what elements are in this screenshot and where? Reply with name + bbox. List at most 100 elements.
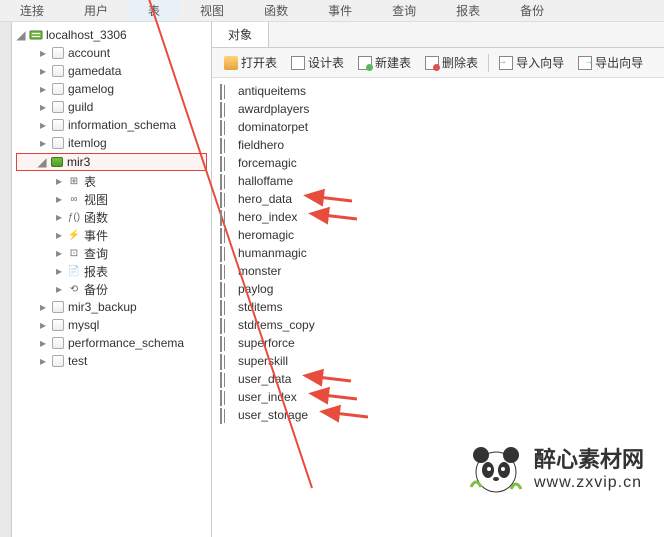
database-icon	[51, 354, 65, 368]
expand-icon[interactable]: ▸	[54, 210, 64, 224]
tree-db[interactable]: ▸mir3_backup	[12, 298, 211, 316]
watermark-url: www.zxvip.cn	[534, 474, 644, 492]
tree-db[interactable]: ▸guild	[12, 98, 211, 116]
tree-db[interactable]: ▸ itemlog	[12, 134, 211, 152]
table-row[interactable]: fieldhero	[220, 136, 656, 154]
expand-icon[interactable]: ▸	[54, 246, 64, 260]
table-row[interactable]: user_storage	[220, 406, 656, 424]
expand-icon[interactable]: ▸	[38, 118, 48, 132]
tree-db[interactable]: ▸ mysql	[12, 316, 211, 334]
table-name: hero_index	[238, 210, 297, 224]
table-row[interactable]: awardplayers	[220, 100, 656, 118]
table-name: paylog	[238, 282, 273, 296]
open-table-button[interactable]: 打开表	[218, 52, 283, 73]
expand-icon[interactable]: ▸	[38, 46, 48, 60]
expand-icon[interactable]: ▸	[54, 174, 64, 188]
tree-db[interactable]: ▸account	[12, 44, 211, 62]
table-row[interactable]: forcemagic	[220, 154, 656, 172]
table-row[interactable]: stditems	[220, 298, 656, 316]
tab-bar: 对象	[212, 22, 664, 48]
expand-icon[interactable]: ▸	[38, 300, 48, 314]
table-row[interactable]: superforce	[220, 334, 656, 352]
tree-category[interactable]: ▸ƒ()函数	[12, 208, 211, 226]
table-name: awardplayers	[238, 102, 309, 116]
expand-icon[interactable]: ◢	[37, 155, 47, 169]
expand-icon[interactable]: ▸	[38, 100, 48, 114]
expand-icon[interactable]: ▸	[38, 336, 48, 350]
tree-db-mir3[interactable]: ◢ mir3	[16, 153, 207, 171]
table-icon	[220, 211, 234, 223]
table-name: hero_data	[238, 192, 292, 206]
tree-db[interactable]: ▸information_schema	[12, 116, 211, 134]
expand-icon[interactable]: ▸	[54, 192, 64, 206]
db-label: itemlog	[68, 136, 107, 150]
category-label: 备份	[84, 281, 108, 298]
export-button[interactable]: 导出向导	[572, 52, 649, 73]
table-row[interactable]: antiqueitems	[220, 82, 656, 100]
menu-report[interactable]: 报表	[436, 0, 500, 21]
collapse-icon[interactable]: ◢	[16, 28, 26, 42]
table-row[interactable]: hero_index	[220, 208, 656, 226]
table-list[interactable]: antiqueitems awardplayers dominatorpetfiel…	[212, 78, 664, 428]
expand-icon[interactable]: ▸	[38, 318, 48, 332]
expand-icon[interactable]: ▸	[54, 228, 64, 242]
expand-icon[interactable]: ▸	[38, 136, 48, 150]
new-icon	[358, 56, 372, 70]
expand-icon[interactable]: ▸	[38, 82, 48, 96]
new-table-button[interactable]: 新建表	[352, 52, 417, 73]
export-icon	[578, 56, 592, 70]
menu-event[interactable]: 事件	[308, 0, 372, 21]
delete-table-button[interactable]: 删除表	[419, 52, 484, 73]
table-row[interactable]: heromagic	[220, 226, 656, 244]
tree-category[interactable]: ▸∞视图	[12, 190, 211, 208]
table-name: stditems	[238, 300, 283, 314]
table-name: user_index	[238, 390, 297, 404]
table-row[interactable]: dominatorpet	[220, 118, 656, 136]
category-label: 查询	[84, 245, 108, 262]
table-name: antiqueitems	[238, 84, 306, 98]
tree-db[interactable]: ▸gamelog	[12, 80, 211, 98]
tree-connection[interactable]: ◢ localhost_3306	[12, 26, 211, 44]
db-label: gamedata	[68, 64, 121, 78]
menu-func[interactable]: 函数	[244, 0, 308, 21]
table-row[interactable]: monster	[220, 262, 656, 280]
menu-table[interactable]: 表	[128, 0, 180, 21]
table-row[interactable]: user_data	[220, 370, 656, 388]
tree-category[interactable]: ▸⟲备份	[12, 280, 211, 298]
db-tree[interactable]: ◢ localhost_3306 ▸account▸gamedata▸gamel…	[12, 22, 212, 537]
menu-backup[interactable]: 备份	[500, 0, 564, 21]
db-label: performance_schema	[68, 336, 184, 350]
tree-category[interactable]: ▸📄报表	[12, 262, 211, 280]
table-row[interactable]: humanmagic	[220, 244, 656, 262]
database-icon	[51, 318, 65, 332]
table-row[interactable]: superskill	[220, 352, 656, 370]
tree-db[interactable]: ▸ gamedata	[12, 62, 211, 80]
import-button[interactable]: 导入向导	[493, 52, 570, 73]
tree-category[interactable]: ▸⊡查询	[12, 244, 211, 262]
tree-category[interactable]: ▸⊞表	[12, 172, 211, 190]
menu-conn[interactable]: 连接	[0, 0, 64, 21]
menu-view[interactable]: 视图	[180, 0, 244, 21]
tree-category[interactable]: ▸⚡事件	[12, 226, 211, 244]
connection-label: localhost_3306	[46, 28, 127, 42]
menu-user[interactable]: 用户	[64, 0, 128, 21]
expand-icon[interactable]: ▸	[54, 282, 64, 296]
table-row[interactable]: user_index	[220, 388, 656, 406]
expand-icon[interactable]: ▸	[38, 354, 48, 368]
table-icon	[220, 373, 234, 385]
tab-objects[interactable]: 对象	[212, 22, 269, 47]
table-row[interactable]: halloffame	[220, 172, 656, 190]
database-icon	[51, 82, 65, 96]
expand-icon[interactable]: ▸	[54, 264, 64, 278]
db-label: mysql	[68, 318, 99, 332]
menu-query[interactable]: 查询	[372, 0, 436, 21]
design-table-button[interactable]: 设计表	[285, 52, 350, 73]
highlight-arrow-icon	[319, 209, 359, 226]
table-row[interactable]: hero_data	[220, 190, 656, 208]
expand-icon[interactable]: ▸	[38, 64, 48, 78]
table-row[interactable]: paylog	[220, 280, 656, 298]
table-row[interactable]: stditems_copy	[220, 316, 656, 334]
tree-db[interactable]: ▸test	[12, 352, 211, 370]
category-label: 函数	[84, 209, 108, 226]
tree-db[interactable]: ▸ performance_schema	[12, 334, 211, 352]
